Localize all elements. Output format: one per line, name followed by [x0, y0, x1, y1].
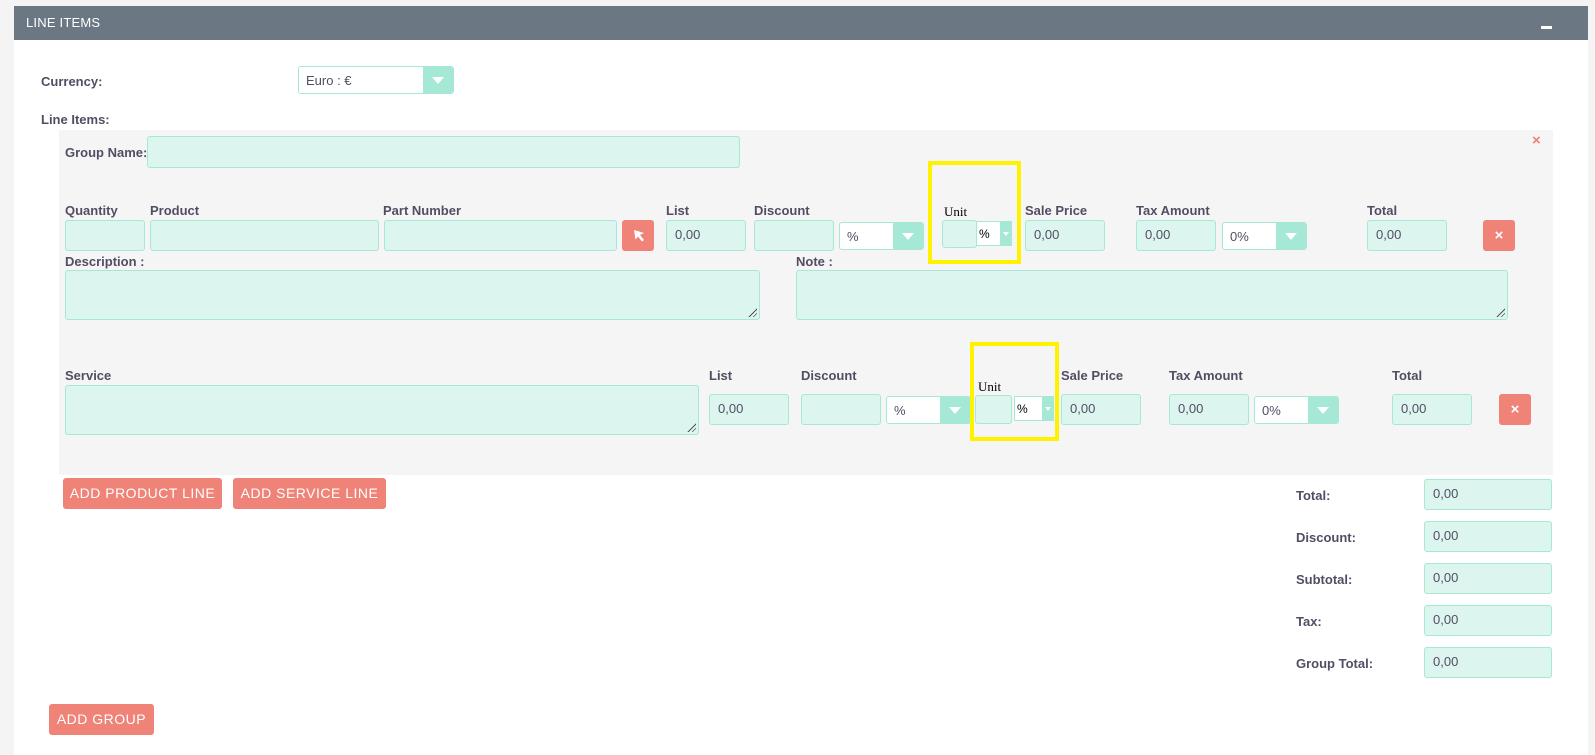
description-textarea[interactable] — [65, 270, 760, 320]
close-icon: × — [1494, 227, 1504, 244]
resize-grip-icon[interactable] — [1495, 307, 1505, 317]
discount-input[interactable] — [754, 220, 834, 251]
chevron-down-icon — [423, 67, 453, 93]
tax-amount-label: Tax Amount — [1136, 203, 1210, 218]
unit-label: Unit — [944, 204, 968, 219]
service-tax-amount-label: Tax Amount — [1169, 368, 1243, 383]
tax-rate-value: 0% — [1230, 229, 1249, 244]
service-unit-label: Unit — [978, 379, 1002, 394]
unit-type-select[interactable]: % — [976, 221, 1012, 246]
line-items-header: LINE ITEMS — [14, 6, 1588, 40]
unit-type-value: % — [979, 227, 990, 241]
quantity-label: Quantity — [65, 203, 118, 218]
note-label: Note : — [796, 254, 833, 269]
service-unit-type-value: % — [1017, 402, 1028, 416]
resize-grip-icon[interactable] — [747, 307, 757, 317]
service-textarea[interactable] — [65, 385, 699, 435]
service-tax-rate-select[interactable]: 0% — [1254, 396, 1339, 424]
service-sale-price-input[interactable]: 0,00 — [1061, 394, 1141, 425]
chevron-down-icon — [1308, 397, 1338, 423]
total-label: Total — [1367, 203, 1398, 218]
sale-price-label: Sale Price — [1025, 203, 1088, 218]
unit-highlight-box — [928, 161, 1021, 264]
description-label: Description : — [65, 254, 145, 269]
unit-input[interactable] — [942, 220, 977, 248]
service-unit-input[interactable] — [975, 395, 1012, 424]
remove-service-line-button[interactable]: × — [1499, 394, 1531, 425]
service-tax-amount-input[interactable]: 0,00 — [1169, 394, 1249, 425]
totals-tax-input[interactable]: 0,00 — [1424, 605, 1552, 636]
discount-label: Discount — [754, 203, 810, 218]
close-icon: × — [1510, 401, 1520, 418]
panel-title: LINE ITEMS — [26, 15, 101, 30]
product-input[interactable] — [150, 220, 379, 251]
service-discount-input[interactable] — [801, 394, 881, 425]
select-product-button[interactable] — [622, 220, 654, 251]
note-textarea[interactable] — [796, 270, 1508, 320]
service-unit-type-select[interactable]: % — [1014, 396, 1054, 421]
resize-grip-icon[interactable] — [686, 422, 696, 432]
totals-group-total-label: Group Total: — [1296, 656, 1374, 671]
chevron-down-icon — [940, 397, 970, 423]
service-tax-rate-value: 0% — [1262, 403, 1281, 418]
quantity-input[interactable] — [65, 220, 145, 251]
add-service-line-button[interactable]: ADD SERVICE LINE — [233, 478, 386, 509]
service-list-input[interactable]: 0,00 — [709, 394, 789, 425]
discount-type-value: % — [847, 229, 859, 244]
chevron-down-icon — [1042, 397, 1053, 420]
close-icon[interactable]: × — [1532, 132, 1541, 149]
totals-group-total-input[interactable]: 0,00 — [1424, 647, 1552, 678]
currency-value: Euro : € — [306, 73, 352, 88]
chevron-down-icon — [1276, 223, 1306, 249]
service-total-input[interactable]: 0,00 — [1392, 394, 1472, 425]
add-product-line-button[interactable]: ADD PRODUCT LINE — [63, 478, 222, 509]
total-input[interactable]: 0,00 — [1367, 220, 1447, 251]
totals-discount-label: Discount: — [1296, 530, 1356, 545]
tax-rate-select[interactable]: 0% — [1222, 222, 1307, 250]
totals-subtotal-input[interactable]: 0,00 — [1424, 563, 1552, 594]
service-label: Service — [65, 368, 112, 383]
group-name-label: Group Name: — [65, 145, 148, 160]
minus-icon[interactable] — [1541, 26, 1552, 29]
totals-tax-label: Tax: — [1296, 614, 1322, 629]
line-items-label: Line Items: — [41, 112, 110, 127]
totals-subtotal-label: Subtotal: — [1296, 572, 1353, 587]
service-list-label: List — [709, 368, 733, 383]
service-discount-label: Discount — [801, 368, 857, 383]
currency-select[interactable]: Euro : € — [298, 66, 454, 94]
add-group-button[interactable]: ADD GROUP — [49, 704, 154, 735]
currency-label: Currency: — [41, 74, 103, 89]
totals-total-input[interactable]: 0,00 — [1424, 479, 1552, 510]
part-number-label: Part Number — [383, 203, 462, 218]
chevron-down-icon — [1000, 222, 1011, 245]
group-name-input[interactable] — [147, 136, 740, 168]
tax-amount-input[interactable]: 0,00 — [1136, 220, 1216, 251]
list-label: List — [666, 203, 690, 218]
remove-product-line-button[interactable]: × — [1483, 220, 1515, 251]
sale-price-input[interactable]: 0,00 — [1025, 220, 1105, 251]
service-discount-type-select[interactable]: % — [886, 396, 971, 424]
service-total-label: Total — [1392, 368, 1423, 383]
list-input[interactable]: 0,00 — [666, 220, 746, 251]
cursor-arrow-icon — [634, 230, 644, 242]
chevron-down-icon — [893, 223, 923, 249]
totals-discount-input[interactable]: 0,00 — [1424, 521, 1552, 552]
discount-type-select[interactable]: % — [839, 222, 924, 250]
totals-total-label: Total: — [1296, 488, 1331, 503]
product-label: Product — [150, 203, 200, 218]
service-sale-price-label: Sale Price — [1061, 368, 1124, 383]
service-discount-type-value: % — [894, 403, 906, 418]
part-number-input[interactable] — [384, 220, 617, 251]
